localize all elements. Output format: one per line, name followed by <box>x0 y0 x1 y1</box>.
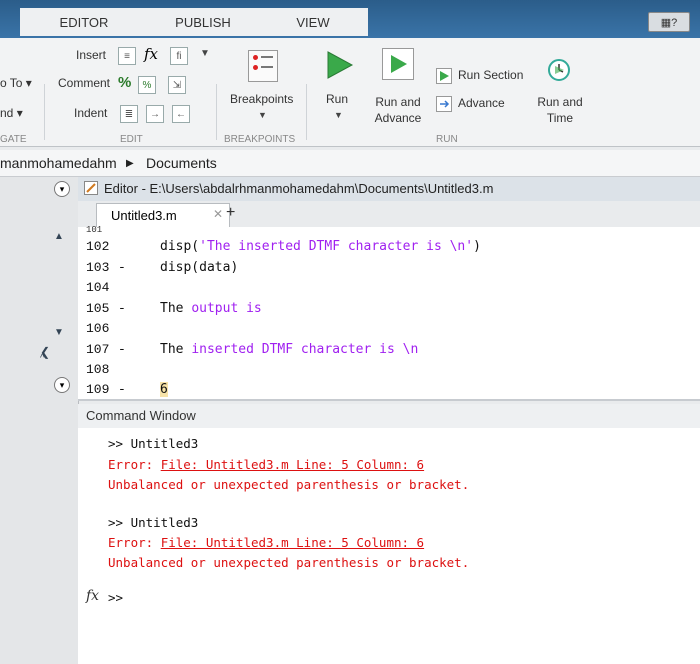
current-folder-panel: ▾ ▲ ▼ ❮ ^ ▾ <box>0 177 79 664</box>
run-section-button[interactable]: Run Section <box>458 68 523 82</box>
file-tab-label: Untitled3.m <box>111 208 177 223</box>
edit-section-label: EDIT <box>120 134 143 145</box>
code-line: 6 <box>160 382 168 397</box>
chevron-down-icon[interactable]: ▼ <box>200 48 210 59</box>
line-number: 105 <box>86 301 110 316</box>
panel-menu-icon[interactable]: ▾ <box>54 377 70 393</box>
editor-icon <box>84 181 98 195</box>
goto-label[interactable]: o To ▾ <box>0 76 32 90</box>
chevron-down-icon[interactable]: ▼ <box>258 110 267 120</box>
breadcrumb-folder[interactable]: Documents <box>146 155 217 171</box>
fx-icon[interactable]: fx <box>144 45 158 63</box>
error-message: Unbalanced or unexpected parenthesis or … <box>108 477 470 492</box>
toolstrip: o To ▾ nd ▾ GATE Insert ≡ fx fi ▼ Commen… <box>0 38 700 147</box>
divider <box>306 84 307 140</box>
breakpoints-icon[interactable] <box>248 50 278 82</box>
code-line: disp('The inserted DTMF character is \n'… <box>160 239 481 254</box>
command-line: >> Untitled3 <box>108 515 199 530</box>
breakpoints-section-label: BREAKPOINTS <box>224 134 296 145</box>
line-number: 102 <box>86 239 110 254</box>
wrap-comments-icon[interactable]: ⇲ <box>168 76 186 94</box>
command-window-title: Command Window <box>86 408 196 423</box>
divider <box>216 84 217 140</box>
tab-publish[interactable]: PUBLISH <box>148 8 258 36</box>
run-and-advance-icon[interactable] <box>382 48 414 80</box>
chevron-up-icon[interactable]: ^ <box>40 353 45 364</box>
code-line: The output is <box>160 301 262 316</box>
comment-button[interactable]: Comment <box>58 76 110 90</box>
file-tab-untitled3[interactable]: Untitled3.m ✕ <box>96 203 230 228</box>
add-tab-button[interactable]: + <box>226 204 235 222</box>
command-prompt[interactable]: >> <box>108 590 123 605</box>
line-dash: - <box>118 342 126 357</box>
command-window[interactable]: >> Untitled3 Error: File: Untitled3.m Li… <box>78 428 700 664</box>
tab-editor[interactable]: EDITOR <box>20 8 148 36</box>
advance-icon[interactable] <box>436 96 452 112</box>
error-link[interactable]: File: Untitled3.m Line: 5 Column: 6 <box>161 535 424 550</box>
fx-icon[interactable]: fx <box>86 588 99 604</box>
divider <box>44 84 45 140</box>
stopwatch-icon[interactable] <box>546 56 572 82</box>
line-number: 107 <box>86 342 110 357</box>
percent-icon[interactable]: % <box>118 74 131 91</box>
function-browser-icon[interactable]: fi <box>170 47 188 65</box>
editor-titlebar: Editor - E:\Users\abdalrhmanmohamedahm\D… <box>78 177 700 202</box>
insert-button[interactable]: Insert <box>76 48 106 62</box>
tab-view[interactable]: VIEW <box>258 8 368 36</box>
error-line: Error: File: Untitled3.m Line: 5 Column:… <box>108 535 425 550</box>
run-and-advance-button[interactable]: Run and Advance <box>374 94 422 126</box>
chevron-up-icon[interactable]: ▲ <box>54 231 64 242</box>
file-tab-bar: Untitled3.m ✕ + <box>78 201 700 228</box>
line-dash: - <box>118 260 126 275</box>
line-number: 104 <box>86 280 110 295</box>
smart-indent-icon[interactable]: ≣ <box>120 105 138 123</box>
code-line: The inserted DTMF character is \n <box>160 342 419 357</box>
run-section-icon[interactable] <box>436 68 452 84</box>
line-number: 106 <box>86 321 110 336</box>
run-and-time-button[interactable]: Run and Time <box>536 94 584 126</box>
line-dash: - <box>118 382 126 397</box>
error-link[interactable]: File: Untitled3.m Line: 5 Column: 6 <box>161 457 424 472</box>
insert-icon[interactable]: ≡ <box>118 47 136 65</box>
command-line: >> Untitled3 <box>108 436 199 451</box>
chevron-right-icon: ▶ <box>126 158 134 169</box>
code-line: disp(data) <box>160 260 239 275</box>
editor-title: Editor - E:\Users\abdalrhmanmohamedahm\D… <box>104 181 494 196</box>
line-dash: - <box>118 301 126 316</box>
indent-button[interactable]: Indent <box>74 106 107 120</box>
line-number: 103 <box>86 260 110 275</box>
increase-indent-icon[interactable]: → <box>146 105 164 123</box>
ribbon-tab-bar: EDITOR PUBLISH VIEW ▦? <box>0 0 700 38</box>
line-number: 109 <box>86 382 110 397</box>
error-line: Error: File: Untitled3.m Line: 5 Column:… <box>108 457 425 472</box>
chevron-down-icon[interactable]: ▼ <box>334 110 343 120</box>
close-icon[interactable]: ✕ <box>213 207 223 221</box>
line-number: 108 <box>86 362 110 377</box>
decrease-indent-icon[interactable]: ← <box>172 105 190 123</box>
command-window-titlebar: Command Window <box>78 404 700 429</box>
run-button[interactable]: Run <box>326 92 348 106</box>
help-icon[interactable]: ▦? <box>648 12 690 32</box>
uncomment-icon[interactable]: % <box>138 76 156 94</box>
chevron-down-icon[interactable]: ▼ <box>54 327 64 338</box>
advance-button[interactable]: Advance <box>458 96 505 110</box>
breadcrumb-folder[interactable]: manmohamedahm <box>0 155 117 171</box>
breadcrumb: manmohamedahm ▶ Documents <box>0 150 700 177</box>
find-label[interactable]: nd ▾ <box>0 106 23 120</box>
run-section-label: RUN <box>436 134 458 145</box>
error-message: Unbalanced or unexpected parenthesis or … <box>108 555 470 570</box>
navigate-section-label: GATE <box>0 134 27 145</box>
code-editor[interactable]: 101 102 disp('The inserted DTMF characte… <box>78 225 700 401</box>
panel-menu-icon[interactable]: ▾ <box>54 181 70 197</box>
run-icon[interactable] <box>322 48 356 82</box>
partial-line-number: 101 <box>86 225 103 235</box>
breakpoints-button[interactable]: Breakpoints <box>230 92 293 106</box>
